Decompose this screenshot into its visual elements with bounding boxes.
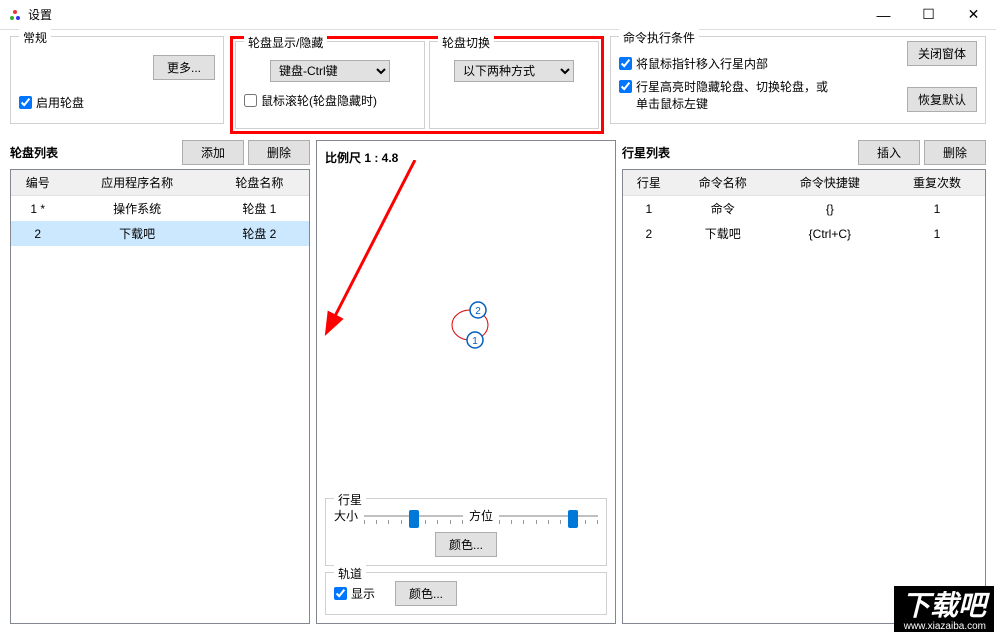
cond-opt2-label: 行星高亮时隐藏轮盘、切换轮盘，或单击鼠标左键 xyxy=(636,78,836,112)
close-window-button[interactable]: 关闭窗体 xyxy=(907,41,977,66)
planet-color-button[interactable]: 颜色... xyxy=(435,532,497,557)
size-slider[interactable] xyxy=(364,508,463,524)
mousewheel-input[interactable] xyxy=(244,94,257,107)
table-row[interactable]: 2 下载吧 {Ctrl+C} 1 xyxy=(623,221,985,246)
group-switch: 轮盘切换 以下两种方式 xyxy=(429,41,599,129)
wheel-th-2[interactable]: 轮盘名称 xyxy=(210,170,309,196)
table-row[interactable]: 1 * 操作系统 轮盘 1 xyxy=(11,196,309,222)
group-showhide-label: 轮盘显示/隐藏 xyxy=(244,34,327,51)
group-general-label: 常规 xyxy=(19,29,51,46)
enable-wheel-label: 启用轮盘 xyxy=(36,94,84,111)
group-planet-label: 行星 xyxy=(334,491,366,508)
restore-default-button[interactable]: 恢复默认 xyxy=(907,87,977,112)
planet-th-3[interactable]: 重复次数 xyxy=(889,170,985,196)
planet-list-title: 行星列表 xyxy=(622,144,670,161)
mousewheel-label: 鼠标滚轮(轮盘隐藏时) xyxy=(261,92,377,109)
group-condition: 命令执行条件 关闭窗体 将鼠标指针移入行星内部 行星高亮时隐藏轮盘、切换轮盘，或… xyxy=(610,36,986,124)
planet-list-box[interactable]: 行星 命令名称 命令快捷键 重复次数 1 命令 {} 1 2 xyxy=(622,169,986,624)
red-arrow-icon xyxy=(315,160,435,340)
pos-slider[interactable] xyxy=(499,508,598,524)
planet-list-panel: 行星列表 插入 删除 行星 命令名称 命令快捷键 重复次数 1 xyxy=(622,140,986,624)
table-row[interactable]: 1 命令 {} 1 xyxy=(623,196,985,222)
switch-select[interactable]: 以下两种方式 xyxy=(454,60,574,82)
orbit-color-button[interactable]: 颜色... xyxy=(395,581,457,606)
enable-wheel-checkbox[interactable]: 启用轮盘 xyxy=(19,94,215,111)
maximize-button[interactable]: ☐ xyxy=(906,0,951,29)
enable-wheel-input[interactable] xyxy=(19,96,32,109)
wheel-list-panel: 轮盘列表 添加 删除 编号 应用程序名称 轮盘名称 1 * xyxy=(10,140,310,624)
orbit-show-checkbox[interactable]: 显示 xyxy=(334,585,375,602)
cond-opt1-label: 将鼠标指针移入行星内部 xyxy=(636,55,768,72)
title-bar: 设置 — ☐ ✕ xyxy=(0,0,996,30)
wheel-list-box[interactable]: 编号 应用程序名称 轮盘名称 1 * 操作系统 轮盘 1 2 下载吧 xyxy=(10,169,310,624)
app-icon xyxy=(8,8,22,22)
close-button[interactable]: ✕ xyxy=(951,0,996,29)
more-button[interactable]: 更多... xyxy=(153,55,215,80)
wheel-delete-button[interactable]: 删除 xyxy=(248,140,310,165)
planet-insert-button[interactable]: 插入 xyxy=(858,140,920,165)
table-row[interactable]: 2 下载吧 轮盘 2 xyxy=(11,221,309,246)
preview-panel: 比例尺 1 : 4.8 2 1 行星 xyxy=(316,140,616,624)
wheel-th-0[interactable]: 编号 xyxy=(11,170,65,196)
group-showhide: 轮盘显示/隐藏 键盘-Ctrl键 鼠标滚轮(轮盘隐藏时) xyxy=(235,41,425,129)
wheel-add-button[interactable]: 添加 xyxy=(182,140,244,165)
size-label: 大小 xyxy=(334,507,358,524)
preview-canvas: 2 1 xyxy=(325,170,607,492)
orbit-preview-icon: 2 1 xyxy=(445,300,505,360)
planet-th-1[interactable]: 命令名称 xyxy=(675,170,771,196)
group-orbit-label: 轨道 xyxy=(334,565,366,582)
cond-opt1-input[interactable] xyxy=(619,57,632,70)
mousewheel-checkbox[interactable]: 鼠标滚轮(轮盘隐藏时) xyxy=(244,92,416,109)
wheel-table: 编号 应用程序名称 轮盘名称 1 * 操作系统 轮盘 1 2 下载吧 xyxy=(11,170,309,246)
orbit-show-label: 显示 xyxy=(351,585,375,602)
wheel-list-title: 轮盘列表 xyxy=(10,144,58,161)
orbit-show-input[interactable] xyxy=(334,587,347,600)
wheel-th-1[interactable]: 应用程序名称 xyxy=(65,170,210,196)
group-condition-label: 命令执行条件 xyxy=(619,29,699,46)
group-orbit: 轨道 显示 颜色... xyxy=(325,572,607,615)
window-title: 设置 xyxy=(28,6,861,23)
planet-th-0[interactable]: 行星 xyxy=(623,170,675,196)
highlighted-box: 轮盘显示/隐藏 键盘-Ctrl键 鼠标滚轮(轮盘隐藏时) 轮盘切换 以下两种方式 xyxy=(230,36,604,134)
planet-table: 行星 命令名称 命令快捷键 重复次数 1 命令 {} 1 2 xyxy=(623,170,985,246)
group-switch-label: 轮盘切换 xyxy=(438,34,494,51)
planet-delete-button[interactable]: 删除 xyxy=(924,140,986,165)
window-controls: — ☐ ✕ xyxy=(861,0,996,29)
group-planet: 行星 大小 方位 xyxy=(325,498,607,566)
cond-opt2-checkbox[interactable]: 行星高亮时隐藏轮盘、切换轮盘，或单击鼠标左键 xyxy=(619,78,907,112)
svg-text:1: 1 xyxy=(472,336,478,347)
pos-label: 方位 xyxy=(469,507,493,524)
minimize-button[interactable]: — xyxy=(861,0,906,29)
cond-opt1-checkbox[interactable]: 将鼠标指针移入行星内部 xyxy=(619,55,907,72)
group-general: 常规 更多... 启用轮盘 xyxy=(10,36,224,124)
showhide-select[interactable]: 键盘-Ctrl键 xyxy=(270,60,390,82)
svg-text:2: 2 xyxy=(475,306,481,317)
cond-opt2-input[interactable] xyxy=(619,80,632,93)
planet-th-2[interactable]: 命令快捷键 xyxy=(771,170,889,196)
